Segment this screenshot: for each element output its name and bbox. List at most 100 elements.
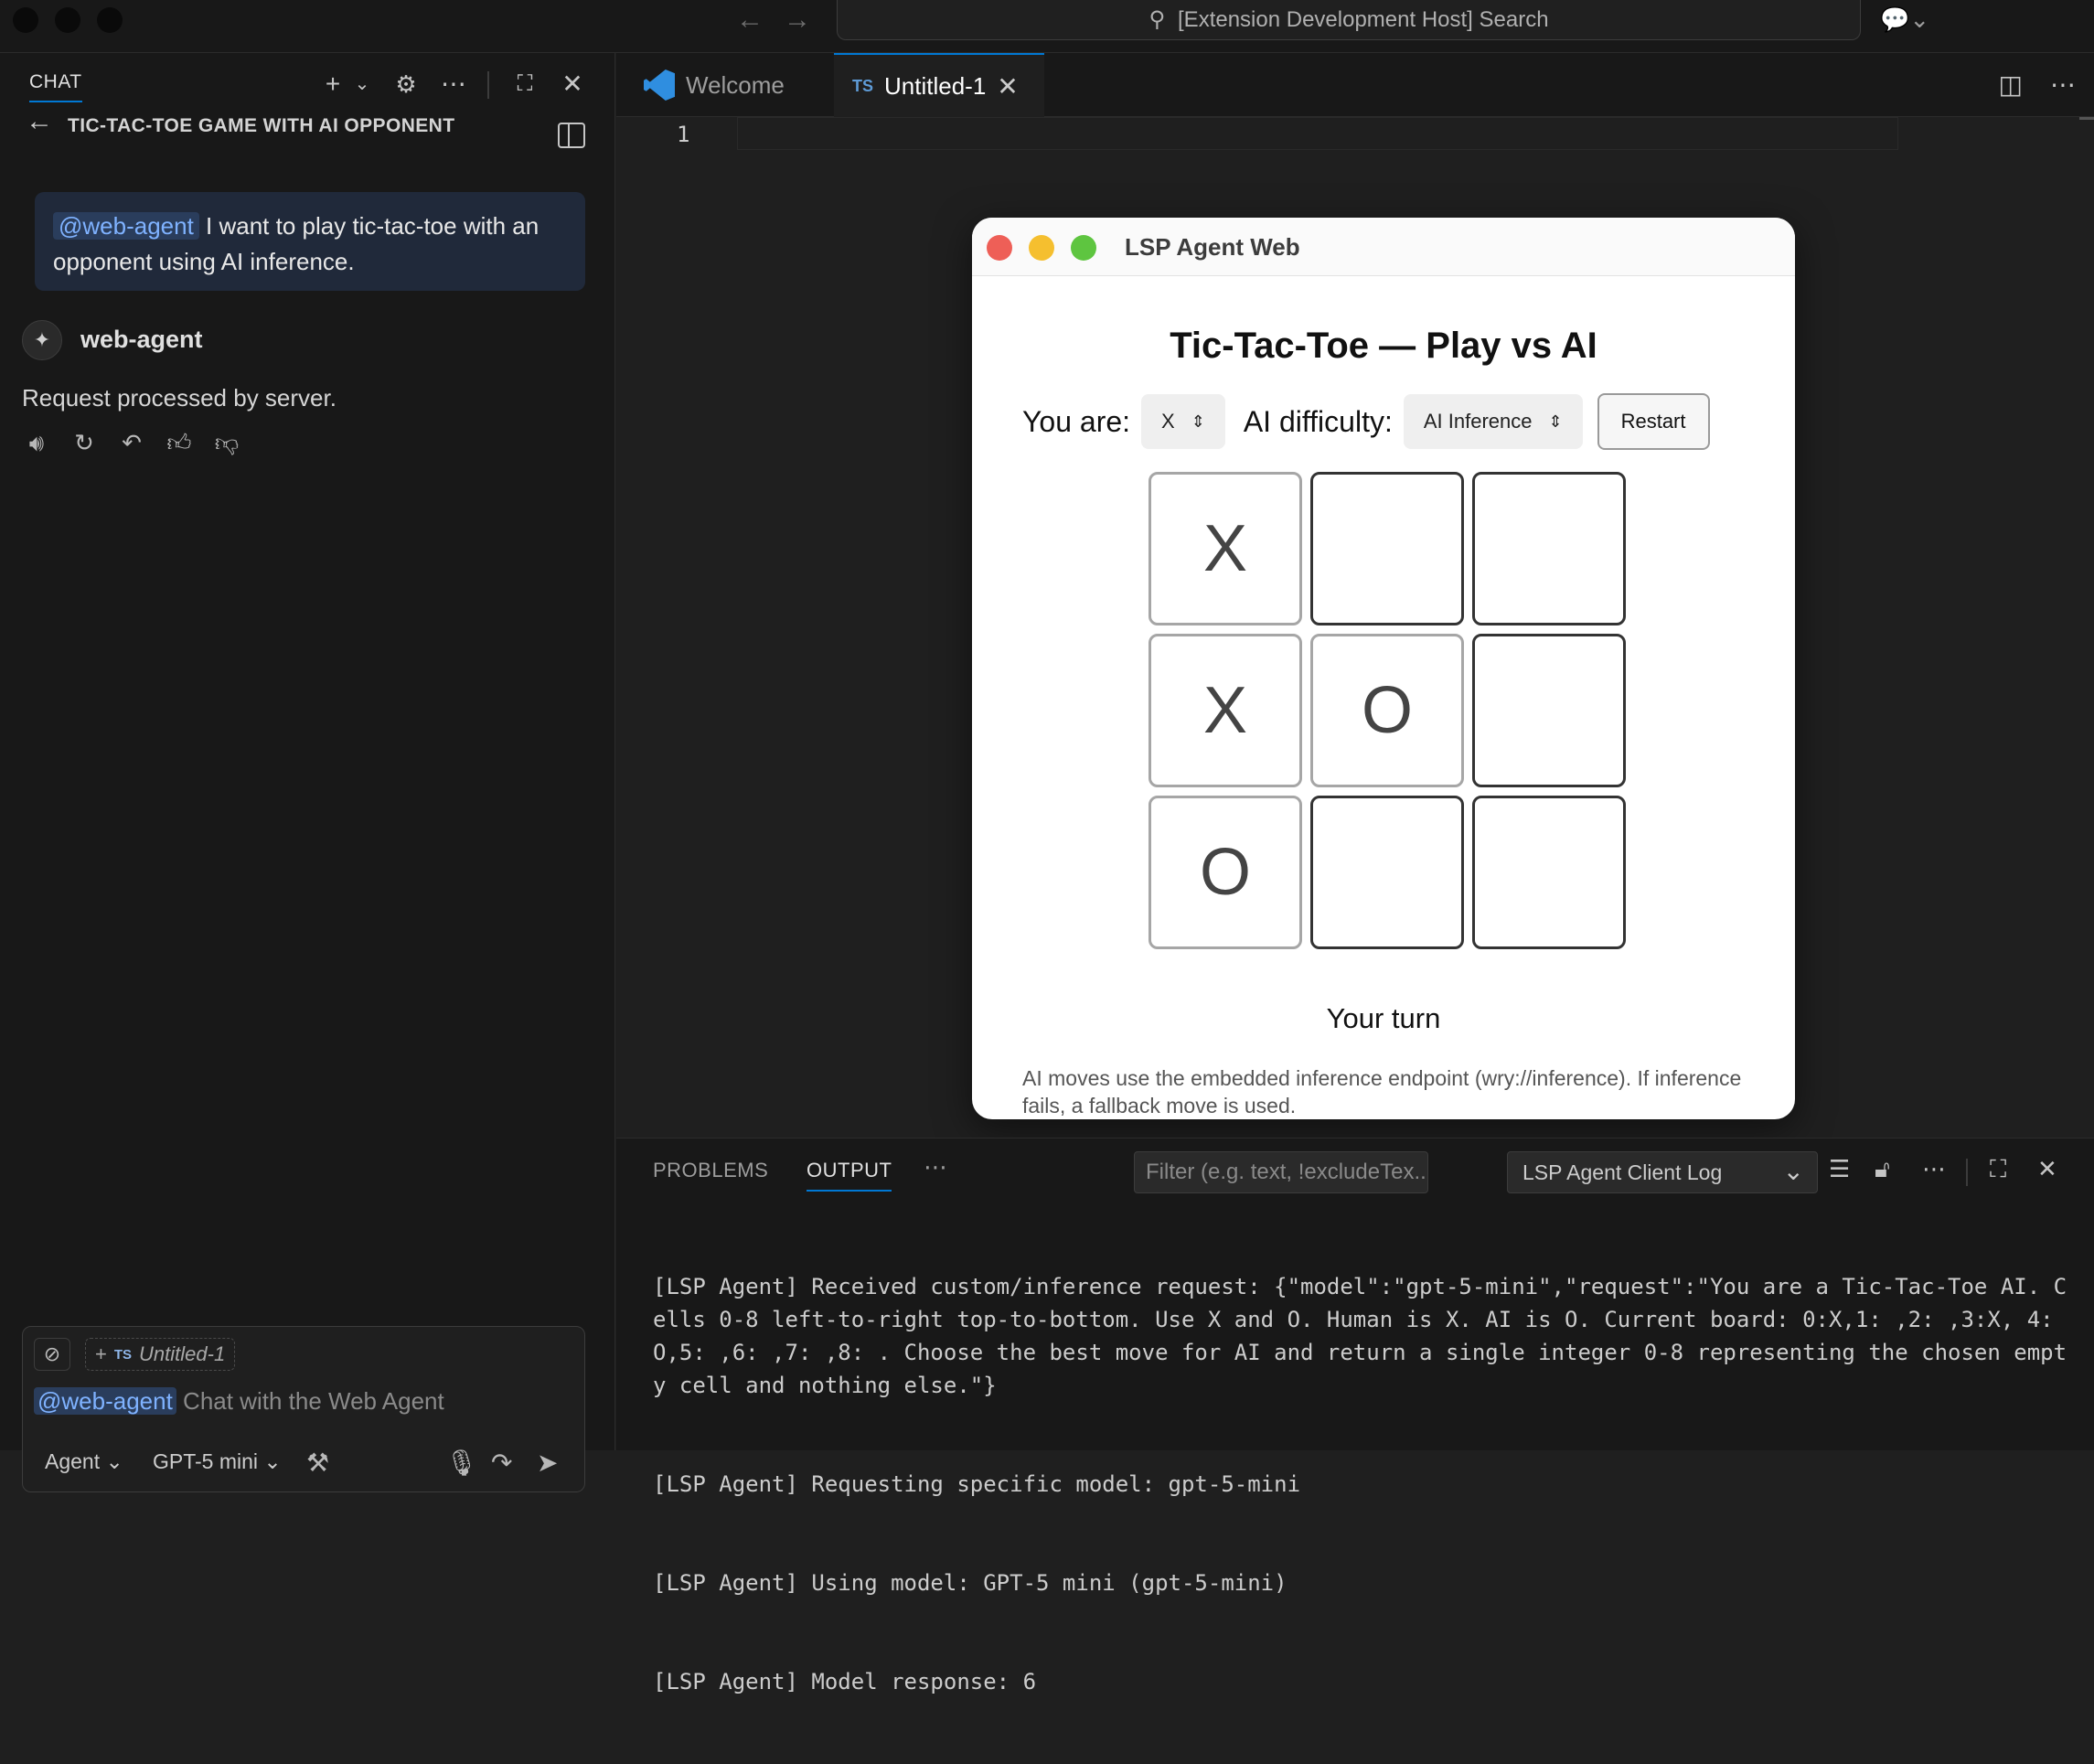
chat-header: CHAT + ⌄ ⚙ ⋯ ⛶ ✕ (0, 53, 615, 115)
more-icon[interactable]: ⋯ (1922, 1155, 1946, 1183)
sidebar-toggle-icon[interactable] (558, 123, 585, 148)
game-status: Your turn (1326, 1002, 1441, 1034)
speaker-icon[interactable]: 🔊︎ (22, 428, 51, 457)
panel-actions: ☰ 🔓︎ ⋯ ⛶ ✕ (1829, 1151, 2085, 1193)
input-placeholder: Chat with the Web Agent (176, 1387, 444, 1415)
command-center-search[interactable]: ⚲ [Extension Development Host] Search (837, 0, 1861, 40)
lsp-titlebar: LSP Agent Web (972, 218, 1795, 276)
log-line: [LSP Agent] Received custom/inference re… (653, 1274, 2067, 1398)
title-bar: ← → ⚲ [Extension Development Host] Searc… (0, 0, 2094, 53)
output-filter-input[interactable]: Filter (e.g. text, !excludeTex... (1134, 1151, 1428, 1193)
chat-input-box[interactable]: ⊘ + TS Untitled-1 @web-agent Chat with t… (22, 1326, 585, 1492)
zoom-window-button[interactable] (97, 7, 123, 33)
output-log: [LSP Agent] Received custom/inference re… (653, 1204, 2079, 1764)
close-window-button[interactable] (13, 7, 38, 33)
input-mention: @web-agent (34, 1387, 176, 1415)
split-editor-icon[interactable]: ◫ (1999, 69, 2023, 100)
minimize-window-button[interactable] (1029, 235, 1054, 261)
bottom-panel: PROBLEMS OUTPUT ⋯ Filter (e.g. text, !ex… (616, 1138, 2094, 1695)
updown-icon: ⇕ (1191, 412, 1205, 431)
conversation-title: TIC-TAC-TOE GAME WITH AI OPPONENT (68, 115, 455, 136)
chat-input-field[interactable]: @web-agent Chat with the Web Agent (34, 1387, 444, 1416)
board-cell-8[interactable] (1472, 796, 1626, 949)
output-channel-select[interactable]: LSP Agent Client Log ⌄ (1507, 1151, 1818, 1193)
agent-avatar: ✦ (22, 320, 62, 360)
board-cell-3[interactable]: X (1148, 634, 1302, 787)
mode-dropdown[interactable]: Agent ⌄ (45, 1449, 123, 1474)
thumbs-up-icon[interactable]: 👍︎ (165, 428, 194, 457)
tab-untitled-1[interactable]: TS Untitled-1 ✕ (834, 53, 1044, 117)
tab-label: Welcome (686, 70, 785, 99)
chat-panel: CHAT + ⌄ ⚙ ⋯ ⛶ ✕ ← TIC-TAC-TOE GAME WITH… (0, 53, 615, 1492)
undo-icon[interactable]: ↶ (117, 428, 146, 457)
more-icon[interactable]: ⋯ (2050, 69, 2076, 100)
clear-output-icon[interactable]: ☰ (1829, 1155, 1850, 1183)
microphone-icon[interactable]: 🎙︎ (445, 1448, 478, 1478)
context-file-label: Untitled-1 (139, 1342, 226, 1365)
close-icon[interactable]: ✕ (997, 71, 1018, 102)
chevron-down-icon: ⌄ (1782, 1157, 1804, 1185)
scrollbar[interactable] (2079, 117, 2094, 120)
chat-toggle-icon[interactable]: 💬⌄ (1880, 5, 1929, 34)
board-cell-4[interactable]: O (1310, 634, 1464, 787)
updown-icon: ⇕ (1548, 412, 1563, 431)
output-channel-value: LSP Agent Client Log (1522, 1160, 1723, 1184)
log-line: [LSP Agent] Model response: 6 (653, 1669, 1037, 1695)
maximize-panel-icon[interactable]: ⛶ (1990, 1155, 2006, 1184)
more-icon[interactable]: ⋯ (924, 1153, 948, 1181)
board-cell-2[interactable] (1472, 472, 1626, 625)
tools-icon[interactable]: ⚒ (306, 1448, 329, 1478)
player-select[interactable]: X ⇕ (1141, 394, 1225, 449)
lock-icon[interactable]: 🔓︎ (1875, 1155, 1890, 1184)
chevron-down-icon[interactable]: ⌄ (344, 66, 380, 102)
send-icon[interactable]: ➤ (537, 1448, 558, 1478)
board-cell-7[interactable] (1310, 796, 1464, 949)
editor-actions: ◫ ⋯ (1999, 69, 2076, 100)
difficulty-select[interactable]: AI Inference ⇕ (1403, 394, 1583, 449)
board-cell-5[interactable] (1472, 634, 1626, 787)
forward-arrow-icon[interactable]: → (779, 5, 816, 35)
gear-icon[interactable]: ⚙ (388, 66, 424, 102)
context-chip[interactable]: + TS Untitled-1 (85, 1338, 236, 1371)
close-icon[interactable]: ✕ (554, 66, 591, 102)
close-window-button[interactable] (987, 235, 1012, 261)
you-are-label: You are: (1022, 404, 1131, 438)
tab-output[interactable]: OUTPUT (807, 1159, 892, 1192)
minimize-window-button[interactable] (55, 7, 80, 33)
ts-file-icon: TS (852, 76, 874, 95)
tab-welcome[interactable]: Welcome (625, 53, 827, 117)
back-icon[interactable]: ← (26, 106, 53, 137)
game-title: Tic-Tac-Toe — Play vs AI (1170, 326, 1597, 366)
tab-chat[interactable]: CHAT (29, 71, 82, 102)
search-icon: ⚲ (1148, 7, 1166, 32)
retry-icon[interactable]: ↻ (69, 428, 99, 457)
back-arrow-icon[interactable]: ← (732, 5, 768, 35)
window-title: LSP Agent Web (1125, 233, 1300, 261)
reply-actions: 🔊︎ ↻ ↶ 👍︎ 👎︎ (22, 428, 241, 457)
agent-mention: @web-agent (53, 212, 199, 240)
restart-button[interactable]: Restart (1597, 393, 1710, 450)
current-line-highlight (737, 117, 1898, 150)
agent-name: web-agent (80, 326, 203, 353)
log-line: [LSP Agent] Requesting specific model: g… (653, 1471, 1301, 1497)
add-context-icon: + (95, 1342, 107, 1365)
maximize-icon[interactable]: ⛶ (507, 66, 543, 102)
tab-problems[interactable]: PROBLEMS (653, 1159, 768, 1182)
line-number: 1 (677, 122, 690, 147)
thumbs-down-icon[interactable]: 👎︎ (212, 428, 241, 457)
divider (487, 71, 489, 99)
zoom-window-button[interactable] (1071, 235, 1096, 261)
delegate-icon[interactable]: ↷ (491, 1448, 512, 1478)
attach-icon[interactable]: ⊘ (34, 1338, 70, 1371)
close-panel-icon[interactable]: ✕ (2037, 1155, 2057, 1183)
more-icon[interactable]: ⋯ (435, 66, 472, 102)
board-cell-1[interactable] (1310, 472, 1464, 625)
model-dropdown[interactable]: GPT-5 mini ⌄ (153, 1449, 282, 1474)
log-line: [LSP Agent] Using model: GPT-5 mini (gpt… (653, 1570, 1287, 1596)
board-cell-6[interactable]: O (1148, 796, 1302, 949)
difficulty-select-value: AI Inference (1423, 410, 1533, 433)
agent-reply: Request processed by server. (22, 384, 337, 412)
lsp-agent-window: LSP Agent Web Tic-Tac-Toe — Play vs AI Y… (972, 218, 1795, 1119)
board-cell-0[interactable]: X (1148, 472, 1302, 625)
ts-file-icon: TS (113, 1346, 133, 1363)
